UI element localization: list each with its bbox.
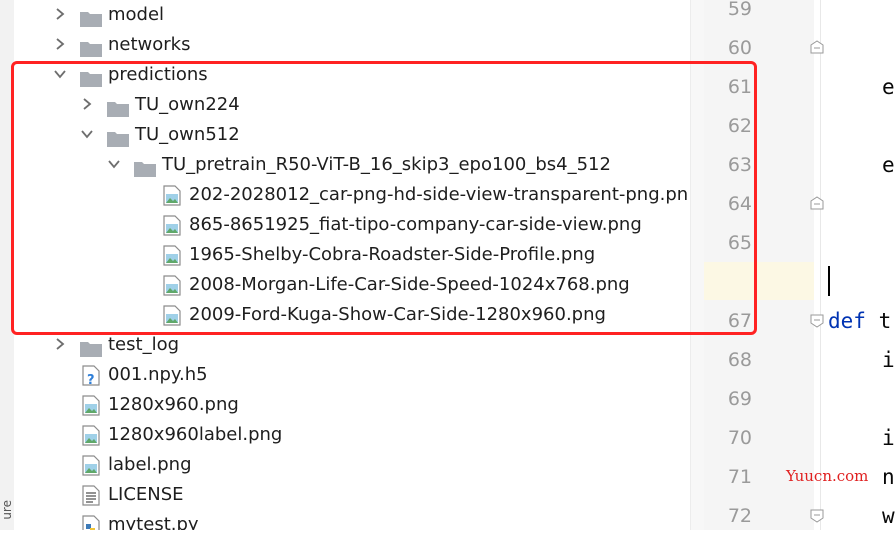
code-text[interactable]: e (882, 68, 895, 107)
line-number: 70 (727, 427, 752, 449)
tree-item-python-file[interactable]: mytest.py (14, 510, 690, 530)
code-text[interactable]: i (882, 419, 895, 458)
line-number: 69 (727, 388, 752, 410)
code-text[interactable]: n (882, 458, 895, 497)
tree-item-label: networks (108, 34, 191, 55)
annotation-highlight-box (11, 61, 757, 335)
tree-item-model[interactable]: model (14, 0, 690, 30)
tree-item-label: mytest.py (108, 514, 199, 530)
chevron-right-icon[interactable] (54, 338, 66, 350)
tool-window-label[interactable]: ure (0, 500, 14, 520)
code-text[interactable]: e (882, 146, 895, 185)
line-number: 71 (727, 466, 752, 488)
tree-item-unknown-file[interactable]: ? 001.npy.h5 (14, 360, 690, 390)
chevron-right-icon[interactable] (54, 8, 66, 20)
tree-item-label: label.png (108, 454, 192, 475)
code-line-def[interactable]: def t (828, 302, 891, 341)
python-file-icon (82, 515, 100, 530)
tree-item-license[interactable]: LICENSE (14, 480, 690, 510)
unknown-file-icon: ? (82, 365, 100, 388)
image-file-icon (82, 395, 100, 416)
fold-marker-icon[interactable] (810, 313, 824, 328)
code-text[interactable]: w (882, 497, 895, 530)
code-text[interactable]: i (882, 341, 895, 380)
fold-marker-icon[interactable] (810, 39, 824, 54)
tree-item-label: 001.npy.h5 (108, 364, 208, 385)
text-file-icon (82, 485, 100, 506)
code-editor[interactable]: e e def t i i n w (814, 0, 896, 530)
line-number: 68 (727, 349, 752, 371)
folder-icon (80, 337, 102, 357)
folder-icon (80, 37, 102, 57)
tree-item-label: LICENSE (108, 484, 184, 505)
tree-item-image-file[interactable]: label.png (14, 450, 690, 480)
keyword-def: def (828, 309, 866, 333)
text-caret (828, 266, 830, 296)
tree-item-image-file[interactable]: 1280x960.png (14, 390, 690, 420)
fold-marker-icon[interactable] (810, 508, 824, 523)
line-number: 59 (727, 0, 752, 20)
tree-item-networks[interactable]: networks (14, 30, 690, 60)
tree-item-image-file[interactable]: 1280x960label.png (14, 420, 690, 450)
chevron-right-icon[interactable] (54, 38, 66, 50)
folder-icon (80, 7, 102, 27)
tree-item-label: 1280x960label.png (108, 424, 283, 445)
tree-item-label: model (108, 4, 165, 25)
fold-marker-icon[interactable] (810, 195, 824, 210)
image-file-icon (82, 455, 100, 476)
line-number: 72 (727, 505, 752, 527)
fold-guide (820, 0, 821, 530)
tree-item-label: 1280x960.png (108, 394, 239, 415)
svg-text:?: ? (87, 373, 95, 386)
watermark: Yuucn.com (786, 467, 869, 485)
code-text: t (865, 309, 892, 333)
image-file-icon (82, 425, 100, 446)
